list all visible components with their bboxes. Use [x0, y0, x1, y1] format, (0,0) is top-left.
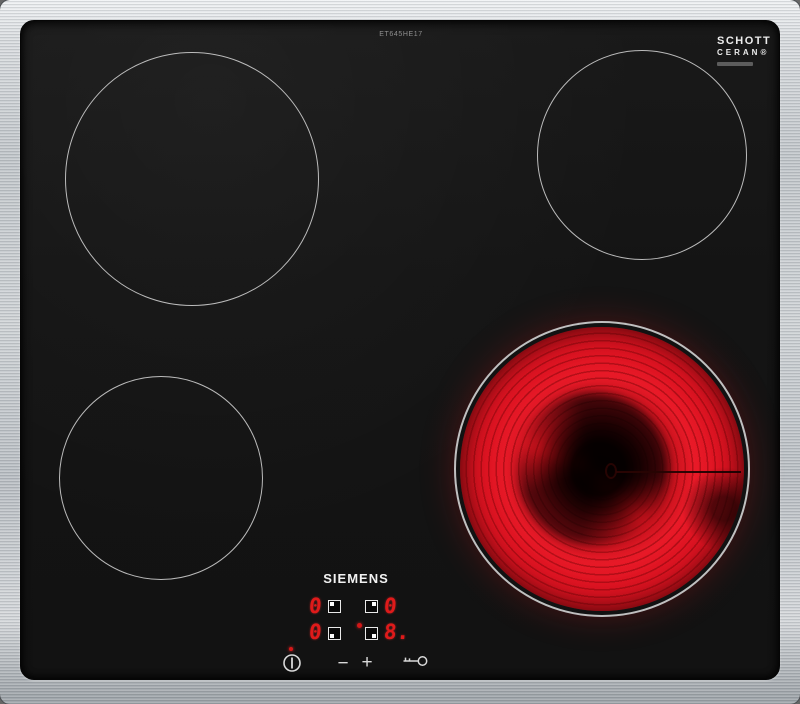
heat-level-value: 0	[307, 594, 323, 618]
heat-level-value: 0	[382, 594, 398, 618]
minus-glyph: −	[337, 652, 349, 674]
zone-display-front-right: 8.	[357, 620, 411, 644]
badge-line1: SCHOTT	[717, 35, 772, 47]
zone-position-dot	[329, 602, 334, 606]
decrease-button[interactable]: −	[332, 652, 354, 674]
zone-display-rear-right: 0	[365, 594, 398, 618]
brand-logo: SIEMENS	[323, 571, 389, 586]
power-button[interactable]	[280, 651, 304, 675]
cooking-zone-front-left	[59, 376, 263, 580]
plus-glyph: +	[361, 651, 373, 673]
cooking-zone-rear-left	[65, 52, 319, 306]
key-icon	[403, 656, 428, 666]
badge-fineprint-text	[717, 62, 753, 66]
schott-ceran-badge: SCHOTT CERAN®	[717, 35, 787, 66]
heat-level-value: 0	[307, 620, 323, 644]
zone-position-dot	[372, 634, 376, 638]
heat-level-value: 8.	[382, 620, 411, 644]
zone-position-dot	[372, 602, 376, 606]
zone-indicator-square	[327, 600, 341, 613]
badge-line2: CERAN®	[717, 48, 770, 57]
heating-element-glow	[460, 327, 744, 611]
zone-indicator-square	[365, 600, 378, 613]
increase-button[interactable]: +	[356, 651, 378, 673]
cooking-zone-rear-right	[537, 50, 747, 260]
zone-indicator-square	[327, 627, 341, 640]
hob-steel-frame: ET645HE17 SCHOTT CERAN® SIEMENS 0 0 0 8.…	[0, 0, 800, 704]
ceramic-glass-surface: ET645HE17 SCHOTT CERAN® SIEMENS 0 0 0 8.…	[20, 20, 780, 680]
zone-display-front-left: 0	[307, 620, 341, 644]
model-label: ET645HE17	[379, 31, 423, 38]
selected-zone-led	[357, 623, 362, 628]
zone-indicator-square	[365, 627, 378, 640]
power-icon	[283, 654, 301, 672]
child-lock-button[interactable]	[400, 652, 430, 670]
zone-display-rear-left: 0	[307, 594, 341, 618]
zone-position-dot	[329, 634, 334, 638]
zone-display-cluster: 0 0 0 8.	[307, 594, 419, 647]
cooking-zone-front-right-active	[454, 321, 750, 617]
thermal-sensor-loop	[604, 463, 617, 479]
